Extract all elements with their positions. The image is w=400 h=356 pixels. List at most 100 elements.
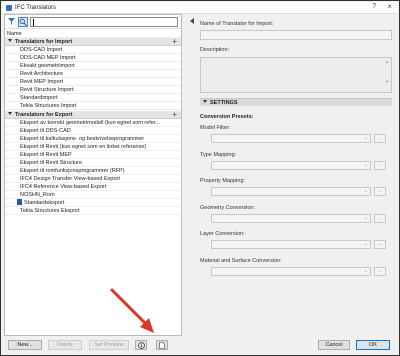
search-button[interactable] (18, 17, 28, 27)
description-field[interactable]: ▲ ▼ (200, 57, 392, 93)
list-item[interactable]: Eksport av korrekt geometrimodell (kun e… (5, 119, 181, 127)
preset-label: Property Mapping: (200, 178, 245, 184)
preset-edit-button[interactable]: ... (374, 134, 386, 143)
preset-edit-button[interactable]: ... (374, 187, 386, 196)
chevron-down-icon: ⌄ (363, 267, 368, 274)
add-translator-icon[interactable]: + (172, 111, 177, 118)
info-icon (137, 342, 145, 349)
list-item-label: Revit MEP Import (20, 79, 63, 86)
collapse-panel-icon[interactable] (190, 18, 195, 26)
list-toolbar (5, 15, 181, 29)
column-header-name[interactable]: Name (5, 30, 181, 38)
preset-edit-button[interactable]: ... (374, 160, 386, 170)
preset-edit-button[interactable]: ... (374, 240, 386, 249)
settings-section-header[interactable]: SETTINGS (200, 98, 392, 106)
list-item[interactable]: NOSHN_Rom (5, 191, 181, 199)
title-bar: IFC Translators ? × (2, 2, 398, 14)
list-item-label: Eksport til kalkulasjons- og beskrivelse… (20, 135, 145, 142)
list-item[interactable]: Eksport til Revit Structure (5, 159, 181, 167)
list-item[interactable]: Standardimport (5, 94, 181, 103)
preset-select[interactable]: ⌄ (211, 160, 371, 170)
preset-select[interactable]: ⌄ (211, 187, 371, 196)
window-title: IFC Translators (15, 5, 57, 11)
list-item-label: IFC4 Reference View-based Export (20, 183, 107, 190)
list-item[interactable]: Eksport til DDS-CAD (5, 127, 181, 135)
list-item[interactable]: Eksport til Revit (kun egnet som en link… (5, 143, 181, 151)
group-export-label: Translators for Export (15, 111, 73, 118)
list-item-label: Eksport til Revit MEP (20, 151, 72, 158)
new-button[interactable]: New... (8, 340, 42, 350)
group-import-label: Translators for Import (15, 39, 73, 46)
set-preview-button[interactable]: Set Preview (89, 340, 129, 350)
add-translator-icon[interactable]: + (172, 38, 177, 45)
preset-select[interactable]: ⌄ (211, 213, 371, 223)
list-item-label: Tekla Structures Eksport (20, 208, 80, 215)
preset-label: Geometry Conversion: (200, 204, 256, 211)
search-input[interactable] (30, 17, 178, 27)
translator-name-field[interactable] (200, 30, 392, 40)
translator-settings-panel: Name of Translator for Import: Descripti… (197, 14, 395, 336)
description-scroll-icon[interactable]: ▲ ▼ (385, 59, 389, 84)
list-item-label: Eksport til Revit Structure (20, 159, 83, 166)
preset-label: Material and Surface Conversion: (200, 257, 282, 264)
list-item[interactable]: DDS-CAD Import (5, 46, 181, 55)
list-item[interactable]: Eksport til kalkulasjons- og beskrivelse… (5, 135, 181, 143)
help-icon[interactable]: ? (372, 3, 376, 10)
close-icon[interactable]: × (387, 2, 392, 11)
list-item-label: Standardeksport (24, 200, 65, 207)
document-button[interactable] (156, 340, 168, 350)
delete-button[interactable]: Delete (48, 340, 82, 350)
preset-edit-button[interactable]: ... (374, 213, 386, 223)
cancel-button[interactable]: Cancel (318, 340, 350, 350)
preset-label: Layer Conversion: (200, 231, 245, 237)
list-item-label: Eksport til Revit (kun egnet som en link… (20, 143, 147, 150)
default-translator-icon (17, 199, 22, 206)
list-item-label: Tekla Structures Import (20, 103, 77, 110)
list-item[interactable]: IFC4 Reference View-based Export (5, 183, 181, 191)
list-item[interactable]: Eksakt geometriimport (5, 62, 181, 71)
list-item[interactable]: Eksport til Revit MEP (5, 151, 181, 159)
document-icon (159, 342, 165, 349)
list-item-label: Revit Structure Import (20, 87, 74, 94)
translator-list-panel: Name Translators for Import + DDS-CAD Impor… (4, 14, 182, 336)
list-item[interactable]: Tekla Structures Import (5, 102, 181, 111)
chevron-down-icon: ⌄ (363, 241, 368, 247)
app-icon (6, 5, 12, 11)
list-item-label: Revit Architecture (20, 71, 64, 78)
preset-label: Type Mapping: (200, 151, 237, 158)
group-export[interactable]: Translators for Export + (5, 110, 181, 119)
settings-label: SETTINGS (210, 100, 238, 106)
collapse-triangle-icon (8, 39, 12, 43)
group-import[interactable]: Translators for Import + (5, 38, 181, 47)
list-item-label: Eksport til romfunksjonsprogrammer (RFP) (20, 167, 125, 174)
collapse-triangle-icon (8, 111, 12, 115)
text-caret (33, 19, 34, 26)
list-item[interactable]: IFC4 Design Transfer View-based Export (5, 175, 181, 183)
list-item[interactable]: Revit MEP Import (5, 78, 181, 87)
info-button[interactable] (135, 340, 147, 350)
preset-select[interactable]: ⌄ (211, 134, 371, 143)
chevron-down-icon: ⌄ (363, 214, 368, 221)
list-item-label: NOSHN_Rom (20, 192, 55, 198)
list-item-label: Eksport av korrekt geometrimodell (kun e… (20, 119, 161, 126)
list-item-label: Eksakt geometriimport (20, 63, 75, 70)
chevron-down-icon: ⌄ (363, 135, 368, 141)
preset-select[interactable]: ⌄ (211, 240, 371, 249)
list-item-label: Eksport til DDS-CAD (20, 127, 71, 134)
list-item-label: DDS-CAD Import (20, 47, 63, 54)
conversion-presets-title: Conversion Presets: (200, 114, 254, 120)
list-item[interactable]: Eksport til romfunksjonsprogrammer (RFP) (5, 167, 181, 175)
list-item[interactable]: Revit Structure Import (5, 86, 181, 95)
list-item[interactable]: Tekla Structures Eksport (5, 207, 181, 216)
list-item[interactable]: DDS-CAD MEP Import (5, 54, 181, 63)
preset-select[interactable]: ⌄ (211, 266, 371, 276)
list-item[interactable]: Revit Architecture (5, 70, 181, 79)
translator-name-label: Name of Translator for Import: (200, 21, 274, 27)
filter-icon[interactable] (8, 18, 15, 25)
column-header-name-label: Name (7, 31, 22, 37)
list-item[interactable]: Standardeksport (5, 199, 181, 208)
description-label: Description: (200, 47, 230, 53)
ok-button[interactable]: OK (356, 340, 390, 350)
list-item-label: IFC4 Design Transfer View-based Export (20, 175, 120, 182)
preset-edit-button[interactable]: ... (374, 266, 386, 276)
